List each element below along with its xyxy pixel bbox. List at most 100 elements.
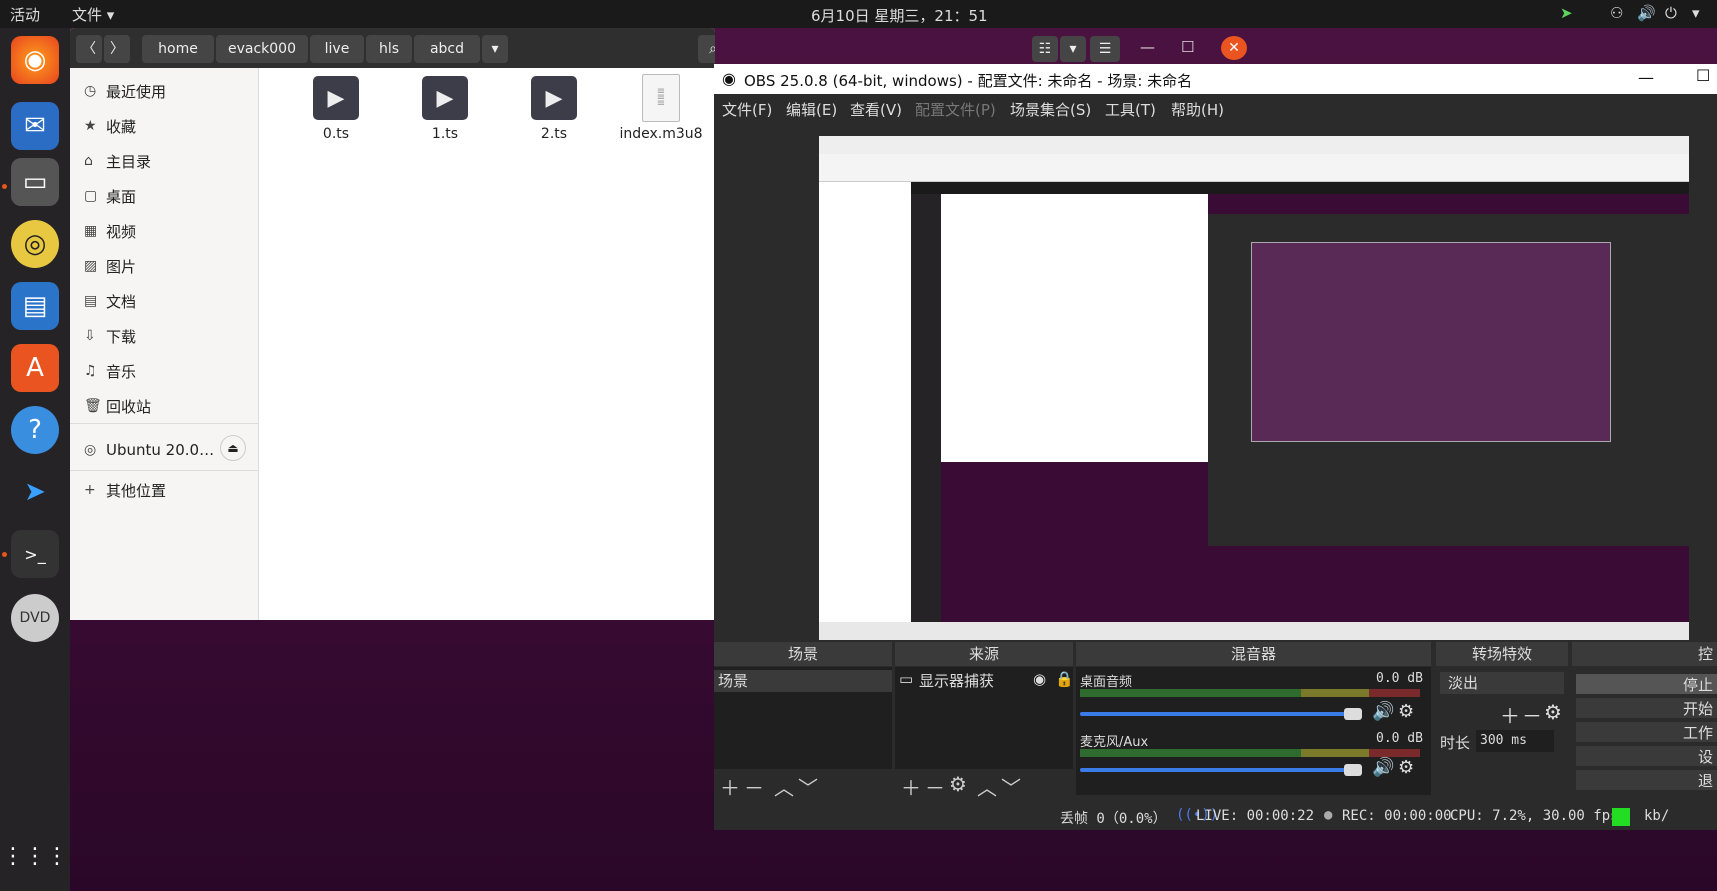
sidebar-item-device[interactable]: ◎ Ubuntu 20.0…	[84, 438, 214, 462]
list-view-icon[interactable]: ☷	[1032, 36, 1058, 62]
sidebar-item-trash[interactable]: 🗑 回收站	[84, 394, 151, 418]
add-icon[interactable]: ＋	[901, 772, 921, 801]
move-down-icon[interactable]: ﹀	[1001, 772, 1021, 801]
gear-icon[interactable]: ⚙	[1544, 700, 1562, 724]
forward-button[interactable]: 〉	[104, 35, 130, 63]
lock-icon[interactable]: 🔒	[1055, 670, 1074, 688]
sidebar-item-other-locations[interactable]: + 其他位置	[84, 478, 166, 502]
add-icon[interactable]: ＋	[1500, 700, 1520, 729]
show-apps-icon[interactable]: ⋮⋮⋮	[2, 832, 68, 880]
start-recording-button[interactable]: 开始	[1576, 698, 1717, 718]
maximize-icon[interactable]: ☐	[1181, 38, 1194, 56]
volume-slider-handle[interactable]	[1344, 764, 1362, 776]
volume-icon[interactable]: 🔊	[1637, 4, 1656, 22]
clock[interactable]: 6月10日 星期三，21：51	[811, 5, 988, 26]
sidebar-item-pictures[interactable]: ▨ 图片	[84, 254, 136, 278]
file-item[interactable]: ▶ 1.ts	[400, 76, 490, 142]
move-down-icon[interactable]: ﹀	[798, 772, 818, 801]
add-icon[interactable]: ＋	[720, 772, 740, 801]
search-icon[interactable]: ⌕	[698, 35, 715, 63]
rhythmbox-icon[interactable]: ◎	[11, 220, 59, 268]
source-item[interactable]: ▭ 显示器捕获 ◉ 🔒	[895, 670, 1074, 692]
menu-view[interactable]: 查看(V)	[850, 99, 902, 120]
remove-icon[interactable]: －	[925, 772, 945, 801]
menu-file[interactable]: 文件(F)	[722, 99, 772, 120]
files-icon[interactable]: ▭	[11, 158, 59, 206]
trash-icon: 🗑	[84, 398, 102, 414]
remove-icon[interactable]: －	[744, 772, 764, 801]
telegram-icon[interactable]: ➤	[11, 468, 59, 516]
volume-slider-handle[interactable]	[1344, 708, 1362, 720]
controls-panel: 控 停止 开始 工作 设 退	[1572, 642, 1717, 802]
gear-icon[interactable]: ⚙	[949, 772, 967, 796]
hamburger-menu-icon[interactable]: ☰	[1090, 36, 1120, 62]
path-evack000[interactable]: evack000	[216, 35, 308, 63]
system-menu-arrow-icon[interactable]: ▾	[1692, 4, 1700, 22]
menu-profile[interactable]: 配置文件(P)	[915, 99, 996, 120]
maximize-button[interactable]: ☐	[1696, 66, 1710, 85]
files-app-menu[interactable]: 文件 ▾	[72, 4, 114, 25]
studio-mode-button[interactable]: 工作	[1576, 722, 1717, 742]
menu-scene-collection[interactable]: 场景集合(S)	[1010, 99, 1091, 120]
transitions-panel: 转场特效 淡出 ＋ － ⚙ 时长 300 ms	[1436, 642, 1568, 802]
sidebar-item-home[interactable]: ⌂ 主目录	[84, 149, 151, 173]
back-button[interactable]: 〈	[76, 35, 102, 63]
preview-guest-obs	[1208, 214, 1689, 546]
thunderbird-icon[interactable]: ✉	[11, 102, 59, 150]
gear-icon[interactable]: ⚙	[1398, 701, 1414, 722]
speaker-icon[interactable]: 🔊	[1372, 701, 1394, 722]
transition-select[interactable]: 淡出	[1440, 672, 1564, 694]
network-icon[interactable]: ⚇	[1610, 4, 1623, 22]
speaker-icon[interactable]: 🔊	[1372, 757, 1394, 778]
move-up-icon[interactable]: ︿	[774, 772, 794, 801]
firefox-icon[interactable]: ◉	[11, 36, 59, 84]
file-item[interactable]: ≡ ≡ ≡ index.m3u8	[616, 74, 706, 142]
menu-tools[interactable]: 工具(T)	[1105, 99, 1156, 120]
stop-streaming-button[interactable]: 停止	[1576, 674, 1717, 694]
dvd-icon[interactable]: DVD	[11, 594, 59, 642]
activities-button[interactable]: 活动	[10, 4, 40, 25]
exit-button[interactable]: 退	[1576, 770, 1717, 790]
path-live[interactable]: live	[310, 35, 364, 63]
sidebar-item-documents[interactable]: ▤ 文档	[84, 289, 136, 313]
path-hls[interactable]: hls	[366, 35, 412, 63]
path-abcd[interactable]: abcd	[414, 35, 480, 63]
duration-input[interactable]: 300 ms	[1476, 730, 1554, 752]
path-menu-arrow[interactable]: ▾	[482, 35, 508, 63]
sidebar-item-recent[interactable]: ◷ 最近使用	[84, 79, 166, 103]
minimize-icon[interactable]: —	[1140, 38, 1155, 56]
eject-icon[interactable]: ⏏	[220, 435, 246, 461]
star-icon: ★	[84, 118, 97, 134]
sidebar-item-music[interactable]: ♫ 音乐	[84, 359, 136, 383]
path-home[interactable]: home	[142, 35, 214, 63]
eye-icon[interactable]: ◉	[1033, 670, 1046, 688]
writer-icon[interactable]: ▤	[11, 282, 59, 330]
volume-slider[interactable]	[1080, 712, 1355, 716]
plus-icon: +	[84, 482, 96, 498]
minimize-button[interactable]: —	[1638, 68, 1654, 87]
software-center-icon[interactable]: A	[11, 344, 59, 392]
gear-icon[interactable]: ⚙	[1398, 757, 1414, 778]
telegram-tray-icon[interactable]: ➤	[1560, 4, 1573, 22]
help-icon[interactable]: ?	[11, 406, 59, 454]
close-icon[interactable]: ✕	[1221, 36, 1247, 60]
settings-button[interactable]: 设	[1576, 746, 1717, 766]
preview-guest-files	[941, 194, 1208, 462]
power-icon[interactable]: ⏻	[1665, 4, 1677, 22]
sidebar-item-downloads[interactable]: ⇩ 下载	[84, 324, 136, 348]
sidebar-item-videos[interactable]: ▦ 视频	[84, 219, 136, 243]
move-up-icon[interactable]: ︿	[977, 772, 997, 801]
sidebar-item-desktop[interactable]: ▢ 桌面	[84, 184, 136, 208]
sidebar-item-starred[interactable]: ★ 收藏	[84, 114, 136, 138]
menu-edit[interactable]: 编辑(E)	[786, 99, 837, 120]
file-item[interactable]: ▶ 0.ts	[291, 76, 381, 142]
preview-canvas[interactable]	[819, 136, 1689, 640]
view-options-arrow-icon[interactable]: ▾	[1060, 36, 1086, 62]
file-item[interactable]: ▶ 2.ts	[509, 76, 599, 142]
terminal-icon[interactable]: >_	[11, 530, 59, 578]
scene-item[interactable]: 场景	[714, 670, 892, 692]
divider	[70, 470, 258, 471]
menu-help[interactable]: 帮助(H)	[1171, 99, 1224, 120]
volume-slider[interactable]	[1080, 768, 1355, 772]
remove-icon[interactable]: －	[1522, 700, 1542, 729]
